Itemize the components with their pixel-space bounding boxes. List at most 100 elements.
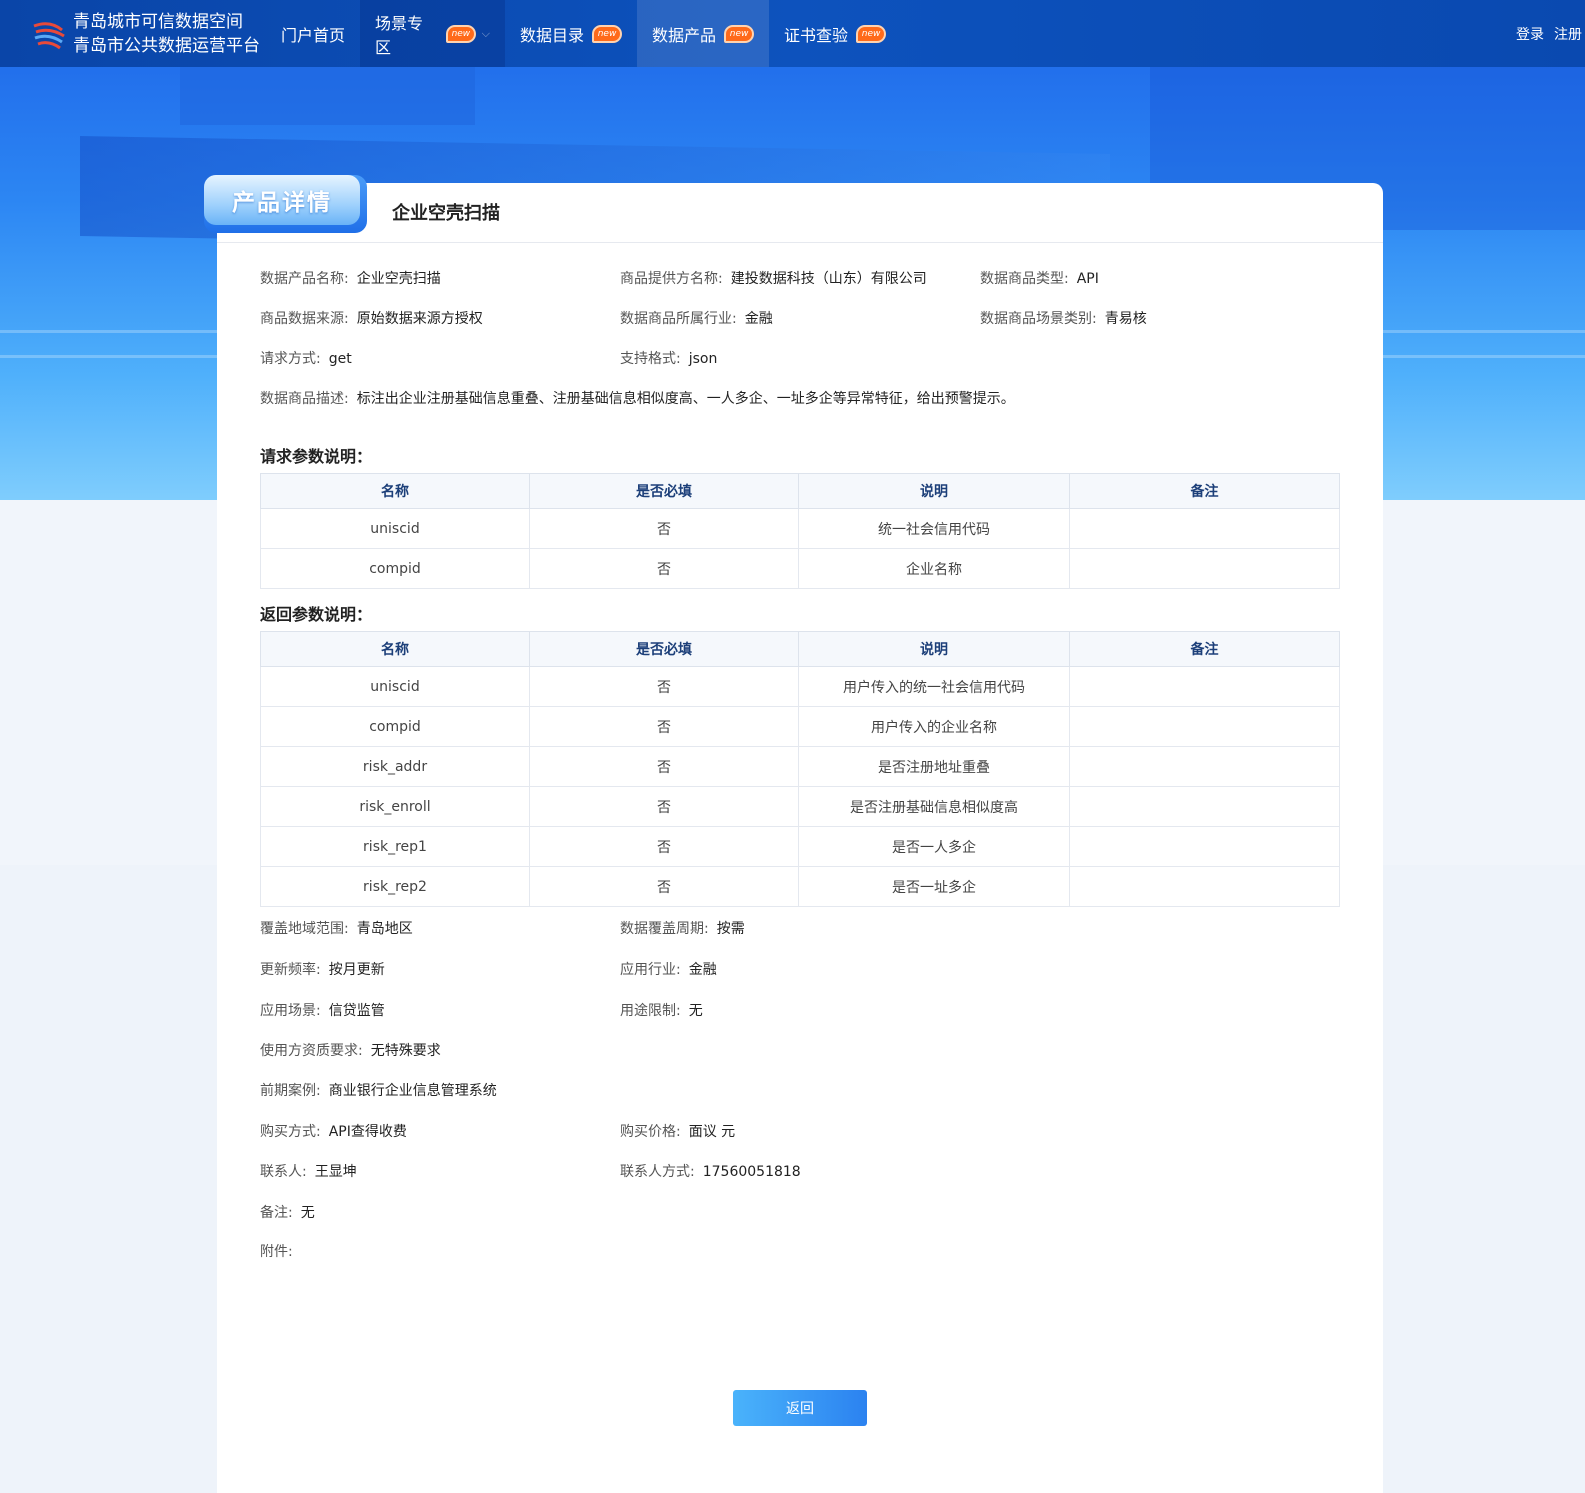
case-value: 商业银行企业信息管理系统 [328, 1083, 497, 1099]
table-cell: risk_addr [260, 746, 530, 787]
table-cell [1069, 666, 1340, 707]
table-cell: 是否注册基础信息相似度高 [798, 786, 1070, 827]
new-badge-icon: new [592, 24, 623, 43]
table-cell: risk_enroll [260, 786, 530, 827]
frequency-value: 按月更新 [328, 962, 385, 978]
field-label: 覆盖地域范围: [260, 921, 349, 937]
column-header: 名称 [260, 631, 530, 667]
nav-item-scenes[interactable]: 场景专区 new ⌵ [360, 0, 506, 67]
table-cell [1069, 508, 1340, 549]
extra-row-7: 联系人: 王显坤 联系人方式: 17560051818 [260, 1162, 801, 1182]
field-label: 数据商品描述: [260, 391, 349, 407]
platform-logo-icon [33, 22, 65, 50]
extra-row-9: 附件: [260, 1242, 293, 1262]
extra-row-4: 使用方资质要求: 无特殊要求 [260, 1041, 441, 1061]
table-cell: risk_rep1 [260, 826, 530, 867]
brand-line-2: 青岛市公共数据运营平台 [73, 36, 260, 56]
auth-links: 登录 注册 [1516, 24, 1582, 44]
field-label: 更新频率: [260, 962, 321, 978]
top-nav-bar: 青岛城市可信数据空间 青岛市公共数据运营平台 门户首页 场景专区 new ⌵ 数… [0, 0, 1585, 67]
table-cell: compid [260, 548, 530, 589]
table-cell: uniscid [260, 508, 530, 549]
field-label: 数据商品类型: [980, 271, 1069, 287]
field-label: 数据商品所属行业: [620, 311, 737, 327]
nav-label: 场景专区 [375, 13, 424, 57]
field-label: 请求方式: [260, 351, 321, 367]
register-link[interactable]: 注册 [1554, 24, 1582, 44]
table-row: uniscid 否 统一社会信用代码 [260, 508, 1340, 549]
panel-header: 企业空壳扫描 [217, 183, 1383, 243]
field-label: 用途限制: [620, 1003, 681, 1019]
response-params-title: 返回参数说明： [260, 605, 373, 624]
product-title: 企业空壳扫描 [392, 203, 500, 224]
table-cell: risk_rep2 [260, 866, 530, 907]
table-row: risk_rep1 否 是否一人多企 [260, 826, 1340, 867]
type-value: API [1076, 271, 1099, 287]
table-cell: 企业名称 [798, 548, 1070, 589]
column-header: 是否必填 [529, 473, 799, 509]
table-cell: 否 [529, 746, 799, 787]
table-cell [1069, 706, 1340, 747]
table-row: compid 否 用户传入的企业名称 [260, 706, 1340, 747]
table-cell: 是否注册地址重叠 [798, 746, 1070, 787]
price-value: 面议 元 [688, 1124, 736, 1140]
table-cell: 否 [529, 826, 799, 867]
extra-row-3: 应用场景: 信贷监管 用途限制: 无 [260, 1001, 703, 1021]
back-button[interactable]: 返回 [733, 1390, 867, 1426]
phone-value: 17560051818 [702, 1164, 801, 1180]
table-row: risk_addr 否 是否注册地址重叠 [260, 746, 1340, 787]
nav-label: 数据目录 [520, 25, 585, 45]
extra-row-5: 前期案例: 商业银行企业信息管理系统 [260, 1081, 497, 1101]
info-row-2: 商品数据来源: 原始数据来源方授权 数据商品所属行业: 金融 数据商品场景类别: 青易… [260, 309, 1147, 329]
request-params-table: 名称 是否必填 说明 备注 uniscid 否 统一社会信用代码 compid … [260, 473, 1340, 589]
table-row: risk_enroll 否 是否注册基础信息相似度高 [260, 786, 1340, 827]
industry-value: 金融 [744, 311, 773, 327]
product-detail-panel: 企业空壳扫描 数据产品名称: 企业空壳扫描 商品提供方名称: 建投数据科技（山东）有… [217, 183, 1383, 1493]
table-cell: compid [260, 706, 530, 747]
table-cell [1069, 548, 1340, 589]
info-row-1: 数据产品名称: 企业空壳扫描 商品提供方名称: 建投数据科技（山东）有限公司 数据商… [260, 269, 1099, 289]
provider-value: 建投数据科技（山东）有限公司 [730, 271, 927, 287]
contact-value: 王显坤 [314, 1164, 357, 1180]
column-header: 备注 [1069, 473, 1340, 509]
attachment-label: 附件: [260, 1244, 293, 1260]
table-row: risk_rep2 否 是否一址多企 [260, 866, 1340, 907]
nav-item-catalog[interactable]: 数据目录 new [505, 0, 637, 67]
buy-method-value: API查得收费 [328, 1124, 407, 1140]
table-cell: 用户传入的企业名称 [798, 706, 1070, 747]
request-params-title: 请求参数说明： [260, 447, 373, 466]
nav-item-certificate[interactable]: 证书查验 new [769, 0, 901, 67]
field-label: 应用场景: [260, 1003, 321, 1019]
brand-title[interactable]: 青岛城市可信数据空间 青岛市公共数据运营平台 [73, 10, 260, 58]
nav-item-products[interactable]: 数据产品 new [637, 0, 770, 67]
new-badge-icon: new [446, 24, 476, 43]
field-label: 联系人方式: [620, 1164, 695, 1180]
field-label: 使用方资质要求: [260, 1043, 363, 1059]
table-cell: uniscid [260, 666, 530, 707]
cycle-value: 按需 [716, 921, 745, 937]
description-value: 标注出企业注册基础信息重叠、注册基础信息相似度高、一人多企、一址多企等异常特征，… [356, 391, 1015, 407]
brand-line-1: 青岛城市可信数据空间 [73, 12, 243, 32]
new-badge-icon: new [724, 24, 755, 43]
table-header-row: 名称 是否必填 说明 备注 [260, 473, 1340, 509]
product-name-value: 企业空壳扫描 [356, 271, 441, 287]
table-row: compid 否 企业名称 [260, 548, 1340, 589]
login-link[interactable]: 登录 [1516, 24, 1544, 44]
field-label: 数据产品名称: [260, 271, 349, 287]
table-cell [1069, 826, 1340, 867]
table-row: uniscid 否 用户传入的统一社会信用代码 [260, 666, 1340, 707]
table-cell: 是否一址多企 [798, 866, 1070, 907]
table-cell: 统一社会信用代码 [798, 508, 1070, 549]
nav-label: 数据产品 [652, 25, 717, 45]
chevron-down-icon: ⌵ [481, 26, 491, 40]
note-value: 无 [300, 1205, 315, 1221]
field-label: 商品数据来源: [260, 311, 349, 327]
table-cell: 否 [529, 706, 799, 747]
nav-item-home[interactable]: 门户首页 [266, 0, 360, 67]
field-label: 购买方式: [260, 1124, 321, 1140]
source-value: 原始数据来源方授权 [356, 311, 483, 327]
limit-value: 无 [688, 1003, 703, 1019]
field-label: 前期案例: [260, 1083, 321, 1099]
scene-value: 青易核 [1104, 311, 1147, 327]
qualification-value: 无特殊要求 [370, 1043, 441, 1059]
